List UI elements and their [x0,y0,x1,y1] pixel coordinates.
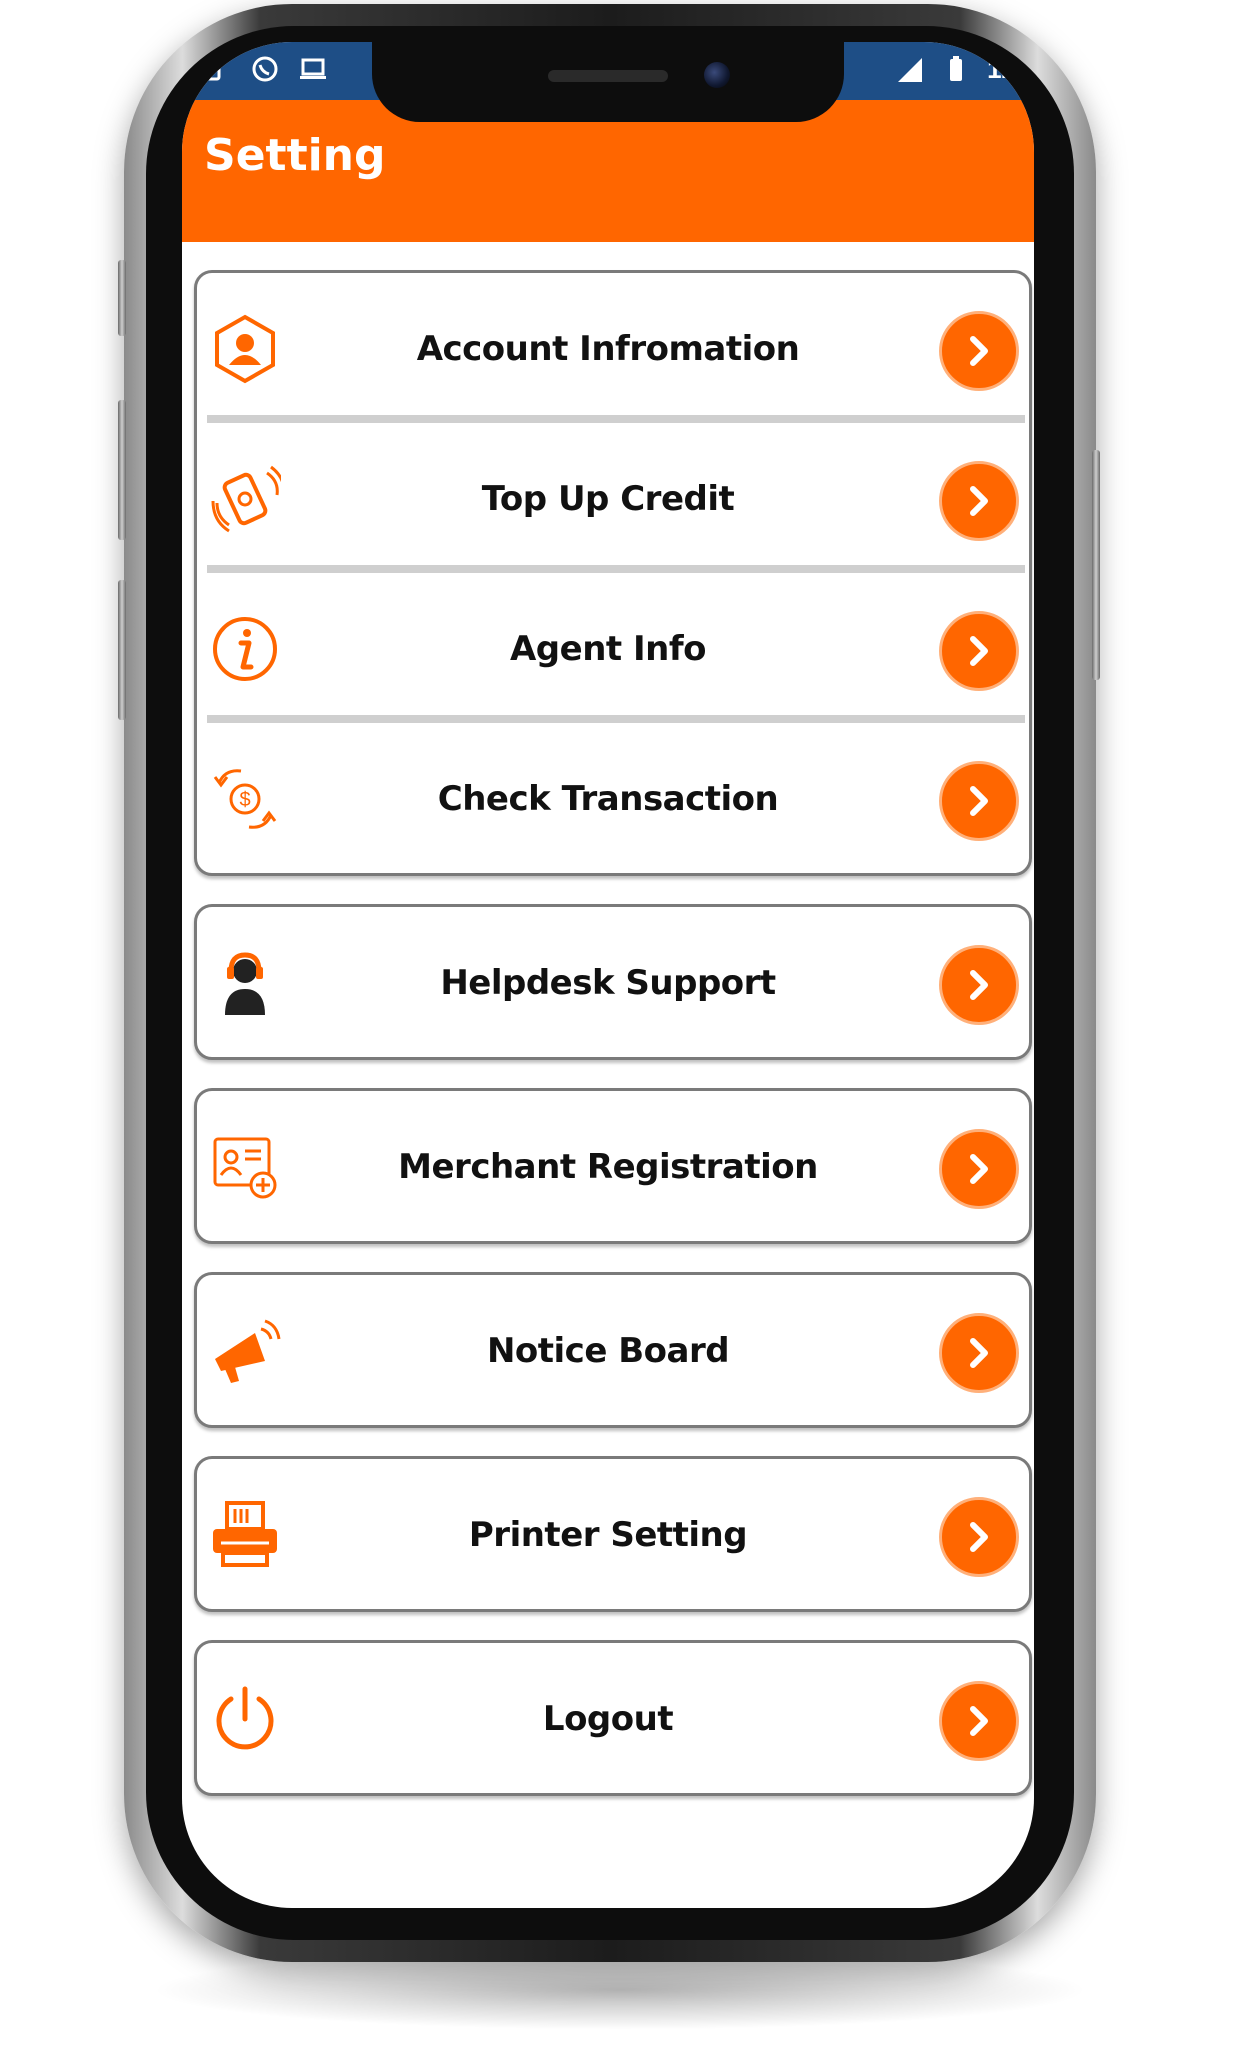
settings-group-account: Account Infromation Top Up Credit Agent … [194,270,1032,876]
settings-item-check-transaction[interactable]: $ Check Transaction [197,723,1029,873]
chevron-right-icon[interactable] [939,945,1019,1025]
phone-screen: 12 Setting Account Infromation Top Up Cr… [182,42,1034,1908]
settings-item-top-up-credit[interactable]: Top Up Credit [197,423,1029,573]
settings-group-printer: Printer Setting [194,1456,1032,1612]
signal-icon [898,57,923,82]
phone-notch [372,42,844,122]
svg-text:$: $ [239,789,250,811]
row-divider [207,715,1025,723]
power-icon [216,1686,274,1750]
settings-item-notice-board[interactable]: Notice Board [197,1275,1029,1425]
settings-item-label: Merchant Registration [398,1147,818,1187]
settings-list: Account Infromation Top Up Credit Agent … [194,270,1032,1824]
settings-item-label: Account Infromation [416,329,800,369]
laptop-icon [300,58,326,79]
chevron-right-icon[interactable] [939,311,1019,391]
row-divider [207,415,1025,423]
settings-group-logout: Logout [194,1640,1032,1796]
settings-item-logout[interactable]: Logout [197,1643,1029,1793]
chevron-right-icon[interactable] [939,1681,1019,1761]
status-time: 12 [987,54,1016,84]
settings-item-label: Check Transaction [437,779,779,819]
account-icon [215,314,275,384]
chevron-right-icon[interactable] [939,1497,1019,1577]
helpdesk-icon [225,952,265,1015]
row-divider [207,565,1025,573]
settings-item-label: Logout [542,1699,674,1739]
info-icon [213,617,277,681]
settings-item-merchant-registration[interactable]: Merchant Registration [197,1091,1029,1241]
volume-up-button [118,400,126,540]
notification-icon [203,57,221,81]
chevron-right-icon[interactable] [939,611,1019,691]
phone-shadow [150,1950,1090,2030]
settings-item-label: Top Up Credit [481,479,735,519]
merchant-registration-icon [213,1137,277,1199]
settings-group-notice: Notice Board [194,1272,1032,1428]
volume-down-button [118,580,126,720]
battery-icon [950,55,963,81]
phone-topup-icon [211,465,281,533]
page-title: Setting [204,130,386,181]
settings-item-label: Helpdesk Support [440,963,776,1003]
power-button [1092,450,1100,680]
chevron-right-icon[interactable] [939,1313,1019,1393]
chevron-right-icon[interactable] [939,1129,1019,1209]
settings-item-label: Printer Setting [468,1515,748,1555]
settings-item-account-information[interactable]: Account Infromation [197,273,1029,423]
settings-item-agent-info[interactable]: Agent Info [197,573,1029,723]
settings-item-label: Notice Board [486,1331,730,1371]
megaphone-icon [215,1319,281,1383]
settings-item-label: Agent Info [509,629,707,669]
settings-group-helpdesk: Helpdesk Support [194,904,1032,1060]
whatsapp-icon [252,56,278,82]
transaction-icon: $ [213,769,277,829]
mute-switch [118,260,126,336]
settings-item-printer-setting[interactable]: Printer Setting [197,1459,1029,1609]
chevron-right-icon[interactable] [939,461,1019,541]
chevron-right-icon[interactable] [939,761,1019,841]
speaker-grille [548,70,668,82]
settings-item-helpdesk-support[interactable]: Helpdesk Support [197,907,1029,1057]
printer-icon [213,1501,277,1567]
front-camera [704,62,730,88]
settings-group-merchant: Merchant Registration [194,1088,1032,1244]
